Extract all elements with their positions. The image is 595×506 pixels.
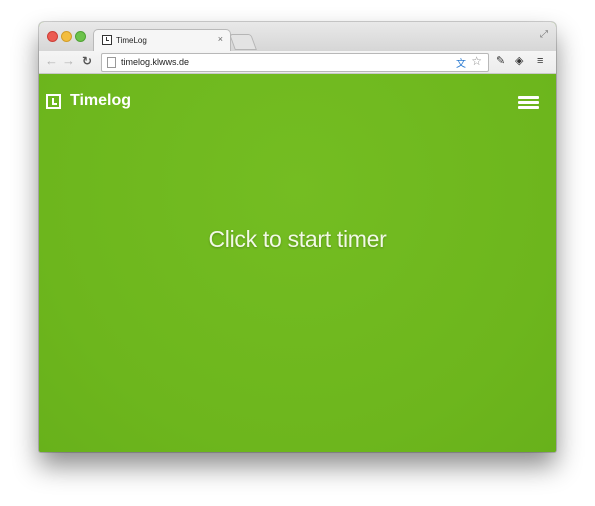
tab-close-icon[interactable]: ×: [218, 34, 223, 44]
browser-toolbar: ← → ↻ timelog.klwws.de 文 ☆ ✎ ◈ ≡: [39, 51, 556, 74]
minimize-window-button[interactable]: [61, 31, 72, 42]
tab-title: TimeLog: [116, 36, 147, 45]
reload-icon[interactable]: ↻: [82, 54, 92, 68]
browser-titlebar: TimeLog × ⤢: [39, 22, 556, 52]
forward-arrow-icon[interactable]: →: [62, 54, 75, 68]
pen-extension-icon[interactable]: ✎: [496, 54, 505, 68]
stack-extension-icon[interactable]: ◈: [515, 54, 523, 68]
url-text[interactable]: timelog.klwws.de: [121, 57, 189, 67]
logo-text: Timelog: [70, 92, 132, 109]
translate-icon[interactable]: 文: [456, 55, 466, 70]
menu-icon[interactable]: ≡: [537, 54, 543, 68]
new-tab-button[interactable]: [229, 34, 257, 50]
browser-tab[interactable]: TimeLog ×: [93, 29, 231, 52]
hamburger-menu-icon[interactable]: [518, 96, 539, 109]
app-content: Timelog Click to start timer: [39, 74, 556, 452]
browser-window: TimeLog × ⤢ ← → ↻ timelog.klwws.de 文 ☆ ✎…: [39, 22, 556, 452]
zoom-window-button[interactable]: [75, 31, 86, 42]
page-icon: [107, 57, 116, 68]
address-bar[interactable]: timelog.klwws.de 文 ☆: [101, 53, 489, 72]
fullscreen-icon[interactable]: ⤢: [540, 29, 548, 40]
star-icon[interactable]: ☆: [471, 54, 482, 68]
clock-favicon-icon: [102, 35, 112, 45]
start-timer-button[interactable]: Click to start timer: [39, 226, 556, 253]
clock-logo-icon: [46, 94, 61, 109]
back-arrow-icon[interactable]: ←: [45, 54, 58, 68]
close-window-button[interactable]: [47, 31, 58, 42]
